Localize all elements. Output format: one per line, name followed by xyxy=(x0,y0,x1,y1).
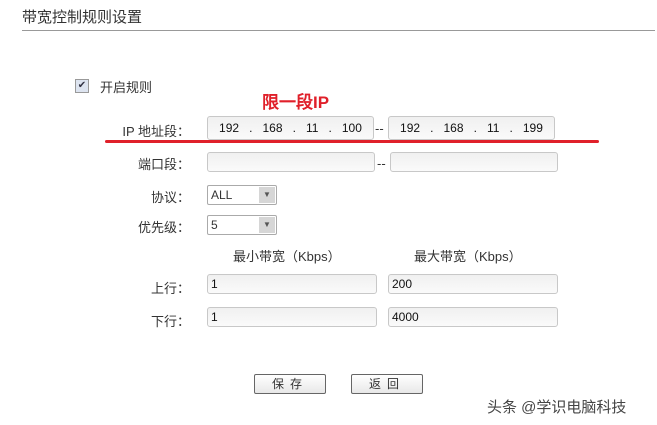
downstream-min-input[interactable]: 1 xyxy=(207,307,377,327)
dot: . xyxy=(509,121,513,135)
ip-octet: 199 xyxy=(522,121,543,135)
enable-rule-checkbox[interactable]: ✔ xyxy=(75,79,89,93)
downstream-max-input[interactable]: 4000 xyxy=(388,307,558,327)
port-start-input[interactable] xyxy=(207,152,375,172)
max-bandwidth-header: 最大带宽（Kbps） xyxy=(414,249,522,264)
ip-octet: 168 xyxy=(262,121,283,135)
ip-octet: 11 xyxy=(305,121,319,135)
upstream-min-input[interactable]: 1 xyxy=(207,274,377,294)
page-title: 带宽控制规则设置 xyxy=(22,9,143,26)
dot: . xyxy=(249,121,253,135)
dot: . xyxy=(473,121,477,135)
ip-end-input[interactable]: 192. 168. 11. 199 xyxy=(388,116,555,140)
back-button[interactable]: 返回 xyxy=(351,374,423,394)
dot: . xyxy=(430,121,434,135)
protocol-select[interactable]: ALL ▼ xyxy=(207,185,277,205)
protocol-label: 协议： xyxy=(150,190,190,205)
chevron-down-icon: ▼ xyxy=(259,217,275,233)
port-end-input[interactable] xyxy=(390,152,558,172)
priority-label: 优先级： xyxy=(137,220,190,235)
ip-octet: 100 xyxy=(341,121,362,135)
chevron-down-icon: ▼ xyxy=(259,187,275,203)
ip-range-label: IP 地址段： xyxy=(122,124,190,139)
annotation-text: 限一段IP xyxy=(262,93,330,112)
dot: . xyxy=(328,121,332,135)
watermark: 头条 @学识电脑科技 xyxy=(487,399,627,416)
ip-octet: 11 xyxy=(486,121,500,135)
annotation-underline xyxy=(105,140,599,143)
upstream-max-input[interactable]: 200 xyxy=(388,274,558,294)
enable-rule-label: 开启规则 xyxy=(100,80,153,95)
dot: . xyxy=(292,121,296,135)
downstream-label: 下行： xyxy=(150,314,190,329)
ip-start-input[interactable]: 192. 168. 11. 100 xyxy=(207,116,374,140)
ip-octet: 192 xyxy=(400,121,421,135)
priority-select[interactable]: 5 ▼ xyxy=(207,215,277,235)
port-range-label: 端口段： xyxy=(137,157,190,172)
protocol-value: ALL xyxy=(211,188,233,202)
upstream-label: 上行： xyxy=(150,281,190,296)
priority-value: 5 xyxy=(211,218,218,232)
save-button[interactable]: 保存 xyxy=(254,374,326,394)
min-bandwidth-header: 最小带宽（Kbps） xyxy=(233,249,341,264)
port-sep: -- xyxy=(377,156,386,171)
divider xyxy=(22,30,655,31)
ip-octet: 192 xyxy=(219,121,240,135)
ip-octet: 168 xyxy=(443,121,464,135)
ip-sep: -- xyxy=(375,121,384,136)
